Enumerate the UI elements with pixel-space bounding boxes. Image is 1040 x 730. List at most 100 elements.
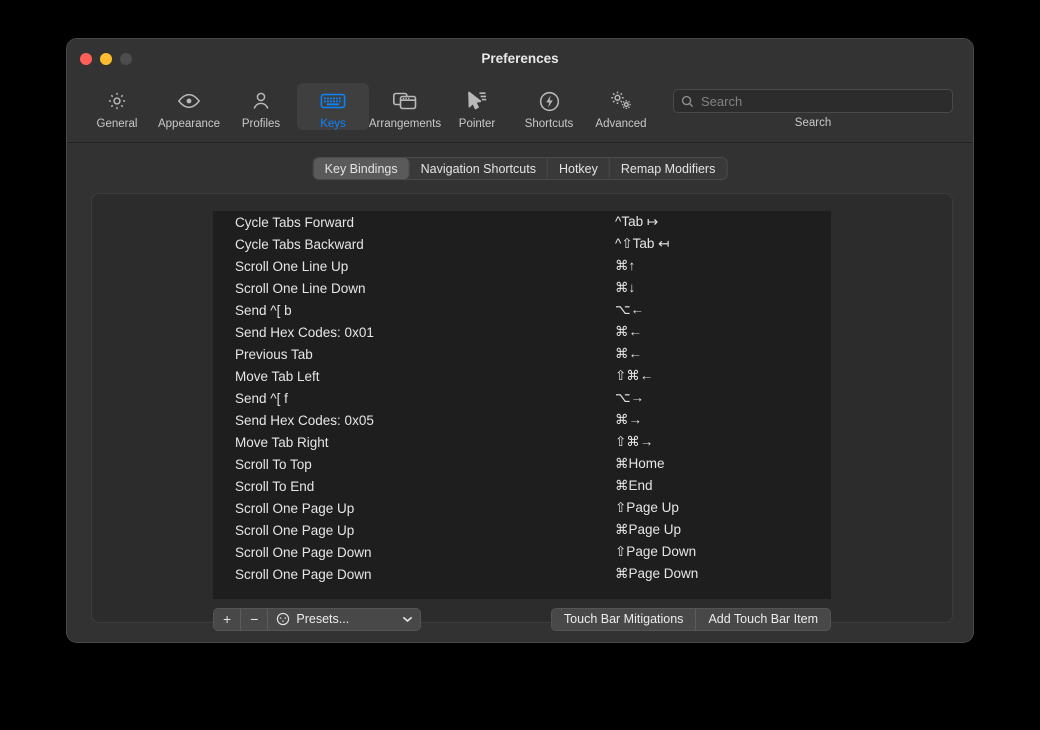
binding-shortcut: ⇧⌘→ — [615, 434, 654, 449]
binding-shortcut: ⌘Page Up — [615, 522, 682, 537]
binding-action: Scroll To Top — [235, 456, 312, 472]
toolbar-item-profiles[interactable]: Profiles — [225, 83, 297, 130]
table-row[interactable]: Send ^[ b ⌥← — [213, 299, 831, 321]
key-bindings-panel: Cycle Tabs Forward ^Tab ↦ Cycle Tabs Backw… — [91, 193, 953, 631]
binding-shortcut: ⌘↓ — [615, 280, 636, 295]
binding-action: Send ^[ b — [235, 302, 292, 318]
binding-action: Scroll One Page Down — [235, 544, 372, 560]
binding-shortcut: ⇧Page Down — [615, 544, 697, 559]
table-row[interactable]: Scroll One Page Down ⇧Page Down — [213, 541, 831, 563]
table-row[interactable]: Send ^[ f ⌥→ — [213, 387, 831, 409]
toolbar-item-arrangements[interactable]: Arrangements — [369, 83, 441, 130]
presets-label: Presets... — [296, 612, 350, 626]
binding-shortcut: ⌘↑ — [615, 258, 636, 273]
preferences-body: Key Bindings Navigation Shortcuts Hotkey… — [67, 143, 973, 642]
table-row[interactable]: Scroll One Line Up ⌘↑ — [213, 255, 831, 277]
title-bar: Preferences — [67, 39, 973, 81]
binding-action: Scroll One Line Up — [235, 258, 349, 274]
windows-icon — [392, 87, 418, 115]
bolt-circle-icon — [538, 87, 561, 115]
preferences-toolbar: General Appearance Profiles Keys Arrange… — [67, 81, 973, 143]
toolbar-item-pointer[interactable]: Pointer — [441, 83, 513, 130]
binding-shortcut: ⌥→ — [615, 390, 645, 405]
toolbar-item-appearance[interactable]: Appearance — [153, 83, 225, 130]
binding-action: Move Tab Right — [235, 434, 329, 450]
table-row[interactable]: Scroll To End ⌘End — [213, 475, 831, 497]
binding-shortcut: ⌘Page Down — [615, 566, 699, 581]
binding-shortcut: ⌘→ — [615, 412, 642, 427]
gear-icon — [106, 87, 128, 115]
tab-key-bindings[interactable]: Key Bindings — [313, 158, 410, 179]
binding-shortcut: ^Tab ↦ — [615, 214, 659, 229]
add-touch-bar-item-button[interactable]: Add Touch Bar Item — [696, 608, 830, 630]
tab-hotkey[interactable]: Hotkey — [548, 158, 610, 179]
presets-dropdown[interactable]: Presets... — [268, 608, 421, 630]
binding-action: Cycle Tabs Backward — [235, 236, 364, 252]
binding-shortcut: ⌘Home — [615, 456, 665, 471]
screen: Preferences General Appearance Profiles … — [0, 0, 1040, 730]
tab-navigation-shortcuts[interactable]: Navigation Shortcuts — [410, 158, 548, 179]
touch-bar-button-group: Touch Bar Mitigations Add Touch Bar Item — [550, 607, 831, 631]
toolbar-item-advanced[interactable]: Advanced — [585, 83, 657, 130]
toolbar-item-shortcuts[interactable]: Shortcuts — [513, 83, 585, 130]
binding-action: Scroll One Page Down — [235, 566, 372, 582]
gears-icon — [608, 87, 634, 115]
keyboard-icon — [320, 87, 346, 115]
binding-shortcut: ⌘End — [615, 478, 653, 493]
search-field[interactable] — [673, 89, 953, 113]
binding-action: Scroll To End — [235, 478, 315, 494]
binding-action: Send Hex Codes: 0x05 — [235, 412, 374, 428]
toolbar-item-general[interactable]: General — [81, 83, 153, 130]
touch-bar-mitigations-button[interactable]: Touch Bar Mitigations — [551, 608, 697, 630]
table-row[interactable]: Send Hex Codes: 0x05 ⌘→ — [213, 409, 831, 431]
search-icon — [681, 95, 694, 108]
table-row[interactable]: Move Tab Right ⇧⌘→ — [213, 431, 831, 453]
cursor-icon — [465, 87, 489, 115]
table-row[interactable]: Scroll One Line Down ⌘↓ — [213, 277, 831, 299]
table-row[interactable]: Cycle Tabs Forward ^Tab ↦ — [213, 211, 831, 233]
table-row[interactable]: Scroll One Page Up ⌘Page Up — [213, 519, 831, 541]
binding-action: Previous Tab — [235, 346, 313, 362]
chevron-down-icon — [402, 615, 413, 623]
person-icon — [250, 87, 272, 115]
search-group: Search — [671, 83, 955, 129]
binding-action: Scroll One Page Up — [235, 522, 355, 538]
table-row[interactable]: Send Hex Codes: 0x01 ⌘← — [213, 321, 831, 343]
toolbar-item-keys[interactable]: Keys — [297, 83, 369, 130]
table-row[interactable]: Scroll One Page Down ⌘Page Down — [213, 563, 831, 585]
table-row[interactable]: Scroll To Top ⌘Home — [213, 453, 831, 475]
binding-shortcut: ⌥← — [615, 302, 645, 317]
table-row[interactable]: Cycle Tabs Backward ^⇧Tab ↤ — [213, 233, 831, 255]
binding-action: Send ^[ f — [235, 390, 288, 406]
toolbar-item-label: Keys — [320, 118, 346, 130]
search-input[interactable] — [694, 93, 952, 109]
presets-control-group: + − Presets... — [213, 607, 422, 631]
table-row[interactable]: Previous Tab ⌘← — [213, 343, 831, 365]
table-row[interactable]: Scroll One Page Up ⇧Page Up — [213, 497, 831, 519]
binding-shortcut: ^⇧Tab ↤ — [615, 236, 670, 251]
key-bindings-table[interactable]: Cycle Tabs Forward ^Tab ↦ Cycle Tabs Backw… — [213, 211, 831, 599]
window-title: Preferences — [481, 51, 559, 66]
binding-action: Scroll One Page Up — [235, 500, 355, 516]
binding-shortcut: ⇧⌘← — [615, 368, 654, 383]
binding-shortcut: ⇧Page Up — [615, 500, 679, 515]
add-binding-button[interactable]: + — [214, 608, 242, 630]
binding-action: Move Tab Left — [235, 368, 320, 384]
binding-action: Scroll One Line Down — [235, 280, 366, 296]
preferences-window: Preferences General Appearance Profiles … — [66, 38, 974, 643]
binding-action: Cycle Tabs Forward — [235, 214, 355, 230]
binding-shortcut: ⌘← — [615, 346, 642, 361]
toolbar-item-label: Advanced — [595, 118, 647, 130]
tab-remap-modifiers[interactable]: Remap Modifiers — [610, 158, 726, 179]
binding-shortcut: ⌘← — [615, 324, 642, 339]
toolbar-item-label: Appearance — [157, 118, 221, 130]
toolbar-item-label: Profiles — [241, 118, 281, 130]
remove-binding-button[interactable]: − — [241, 608, 269, 630]
key-bindings-bottom-bar: + − Presets... Touch Bar Mitigations Add… — [213, 607, 831, 631]
circle-dots-icon — [276, 612, 290, 626]
toolbar-item-label: General — [96, 118, 138, 130]
table-row[interactable]: Move Tab Left ⇧⌘← — [213, 365, 831, 387]
tab-bar: Key Bindings Navigation Shortcuts Hotkey… — [312, 157, 728, 180]
toolbar-item-label: Shortcuts — [524, 118, 574, 130]
toolbar-item-label: Arrangements — [368, 118, 442, 130]
